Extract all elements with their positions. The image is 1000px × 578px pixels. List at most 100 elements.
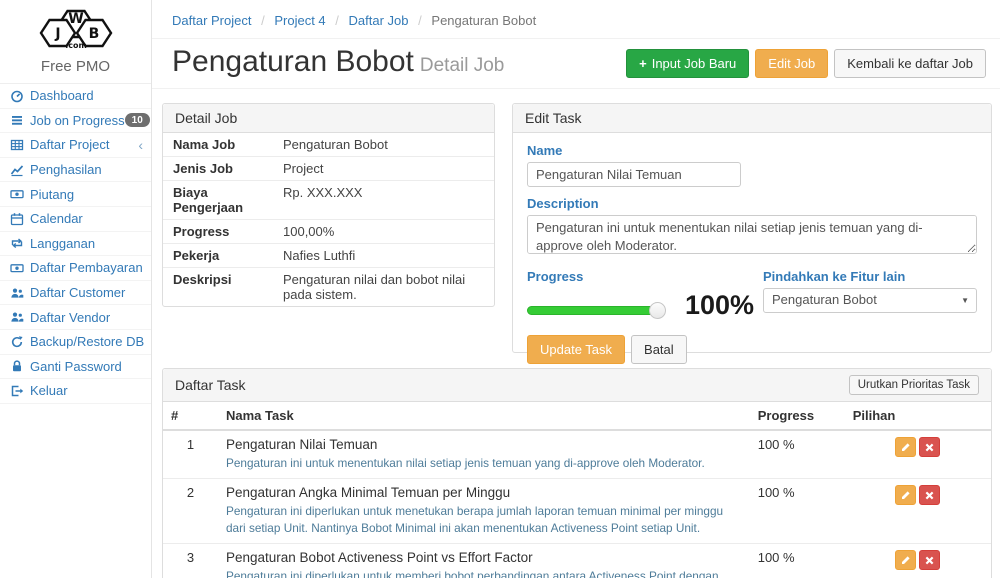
- brand-name: Free PMO: [0, 58, 151, 75]
- task-name: Pengaturan Angka Minimal Temuan per Ming…: [226, 485, 742, 500]
- svg-text:.com: .com: [65, 41, 87, 50]
- sidebar-label: Keluar: [30, 383, 68, 398]
- caret-down-icon: ▼: [961, 296, 969, 305]
- sidebar-label: Langganan: [30, 236, 95, 251]
- progress-label: Progress: [527, 269, 763, 284]
- edit-task-button[interactable]: [895, 550, 916, 570]
- sidebar-item-backup-restore-db[interactable]: Backup/Restore DB: [0, 330, 151, 355]
- progress-slider-fill: [527, 306, 657, 315]
- breadcrumb-link-project-4[interactable]: Project 4: [274, 13, 325, 28]
- breadcrumb-link-daftar-project[interactable]: Daftar Project: [172, 13, 251, 28]
- task-table-header-row: # Nama Task Progress Pilihan: [163, 402, 991, 430]
- daftar-task-panel-title: Daftar Task: [175, 377, 246, 393]
- sidebar-label: Dashboard: [30, 88, 94, 103]
- move-feature-select[interactable]: Pengaturan Bobot ▼: [763, 288, 977, 313]
- daftar-task-panel: Daftar Task Urutkan Prioritas Task # Nam…: [162, 368, 992, 578]
- detail-row: Jenis Job Project: [163, 157, 494, 181]
- update-task-button[interactable]: Update Task: [527, 335, 625, 364]
- sidebar-label: Daftar Project: [30, 137, 109, 152]
- edit-task-panel-title: Edit Task: [513, 104, 991, 133]
- sidebar-item-calendar[interactable]: Calendar: [0, 207, 151, 232]
- table-icon: [8, 138, 26, 152]
- edit-task-button[interactable]: [895, 437, 916, 457]
- detail-row: Deskripsi Pengaturan nilai dan bobot nil…: [163, 268, 494, 306]
- users-icon: [8, 286, 26, 300]
- sidebar-item-langganan[interactable]: Langganan: [0, 232, 151, 257]
- progress-slider-handle[interactable]: [649, 302, 666, 319]
- line-chart-icon: [8, 163, 26, 177]
- chevron-left-icon: ‹: [138, 138, 143, 152]
- delete-task-button[interactable]: [919, 485, 940, 505]
- page-title-bar: Pengaturan BobotDetail Job + Input Job B…: [152, 39, 1000, 89]
- task-name-input[interactable]: [527, 162, 741, 187]
- sidebar-item-daftar-pembayaran[interactable]: Daftar Pembayaran: [0, 256, 151, 281]
- jwb-logo: W J B .com: [28, 37, 124, 54]
- edit-task-panel: Edit Task Name Description Pengaturan in…: [512, 103, 992, 353]
- lock-icon: [8, 359, 26, 373]
- sidebar-label: Calendar: [30, 211, 83, 226]
- column-header-pilihan: Pilihan: [845, 402, 991, 430]
- sidebar-item-dashboard[interactable]: Dashboard: [0, 84, 151, 109]
- sidebar-label: Penghasilan: [30, 162, 102, 177]
- delete-task-button[interactable]: [919, 437, 940, 457]
- sign-out-icon: [8, 384, 26, 398]
- sidebar-item-keluar[interactable]: Keluar: [0, 379, 151, 404]
- edit-job-button[interactable]: Edit Job: [755, 49, 828, 78]
- money-icon: [8, 187, 26, 201]
- brand-block[interactable]: W J B .com Free PMO: [0, 0, 151, 84]
- sidebar-label: Ganti Password: [30, 359, 122, 374]
- progress-slider[interactable]: [527, 306, 657, 315]
- task-description: Pengaturan ini untuk menentukan nilai se…: [226, 455, 742, 472]
- task-description-textarea[interactable]: Pengaturan ini untuk menentukan nilai se…: [527, 215, 977, 254]
- sidebar-item-penghasilan[interactable]: Penghasilan: [0, 158, 151, 183]
- sidebar-label: Job on Progress: [30, 113, 125, 128]
- sidebar-item-daftar-customer[interactable]: Daftar Customer: [0, 281, 151, 306]
- batal-button[interactable]: Batal: [631, 335, 687, 364]
- sidebar-label: Backup/Restore DB: [30, 334, 144, 349]
- breadcrumb-separator: /: [261, 13, 265, 28]
- sidebar-item-job-on-progress[interactable]: Job on Progress 10: [0, 109, 151, 134]
- task-row: 3 Pengaturan Bobot Activeness Point vs E…: [163, 544, 991, 578]
- breadcrumb-link-daftar-job[interactable]: Daftar Job: [349, 13, 409, 28]
- breadcrumb-current: Pengaturan Bobot: [431, 13, 536, 28]
- task-row: 1 Pengaturan Nilai Temuan Pengaturan ini…: [163, 430, 991, 479]
- calendar-icon: [8, 212, 26, 226]
- move-feature-selected-value: Pengaturan Bobot: [772, 292, 877, 307]
- list-icon: [8, 113, 26, 127]
- page-subtitle: Detail Job: [420, 55, 505, 76]
- page-title: Pengaturan BobotDetail Job: [172, 45, 504, 78]
- sidebar-item-piutang[interactable]: Piutang: [0, 182, 151, 207]
- edit-task-button[interactable]: [895, 485, 916, 505]
- sidebar-item-daftar-project[interactable]: Daftar Project ‹: [0, 133, 151, 158]
- task-table: # Nama Task Progress Pilihan 1 Pengatura…: [163, 402, 991, 578]
- sidebar-item-ganti-password[interactable]: Ganti Password: [0, 355, 151, 380]
- progress-percentage: 100%: [685, 290, 754, 321]
- task-name: Pengaturan Bobot Activeness Point vs Eff…: [226, 550, 742, 565]
- dashboard-icon: [8, 89, 26, 103]
- task-row: 2 Pengaturan Angka Minimal Temuan per Mi…: [163, 479, 991, 544]
- input-job-baru-button[interactable]: + Input Job Baru: [626, 49, 749, 78]
- task-progress: 100 %: [750, 479, 845, 544]
- detail-row: Nama Job Pengaturan Bobot: [163, 133, 494, 157]
- breadcrumb-separator: /: [418, 13, 422, 28]
- delete-task-button[interactable]: [919, 550, 940, 570]
- task-description: Pengaturan ini diperlukan untuk menetuka…: [226, 503, 742, 537]
- refresh-icon: [8, 335, 26, 349]
- sidebar-label: Piutang: [30, 187, 74, 202]
- task-progress: 100 %: [750, 430, 845, 479]
- urutkan-prioritas-task-button[interactable]: Urutkan Prioritas Task: [849, 375, 979, 395]
- plus-icon: +: [639, 56, 647, 71]
- description-label: Description: [527, 196, 977, 211]
- sidebar-item-daftar-vendor[interactable]: Daftar Vendor: [0, 305, 151, 330]
- breadcrumb-separator: /: [335, 13, 339, 28]
- move-feature-label: Pindahkan ke Fitur lain: [763, 269, 977, 284]
- detail-row: Pekerja Nafies Luthfi: [163, 244, 494, 268]
- column-header-progress: Progress: [750, 402, 845, 430]
- svg-text:B: B: [88, 26, 99, 42]
- svg-text:W: W: [68, 11, 83, 27]
- main-content: Daftar Project / Project 4 / Daftar Job …: [152, 0, 1000, 578]
- detail-row: Biaya Pengerjaan Rp. XXX.XXX: [163, 181, 494, 220]
- task-name: Pengaturan Nilai Temuan: [226, 437, 742, 452]
- kembali-ke-daftar-job-button[interactable]: Kembali ke daftar Job: [834, 49, 986, 78]
- column-header-num: #: [163, 402, 218, 430]
